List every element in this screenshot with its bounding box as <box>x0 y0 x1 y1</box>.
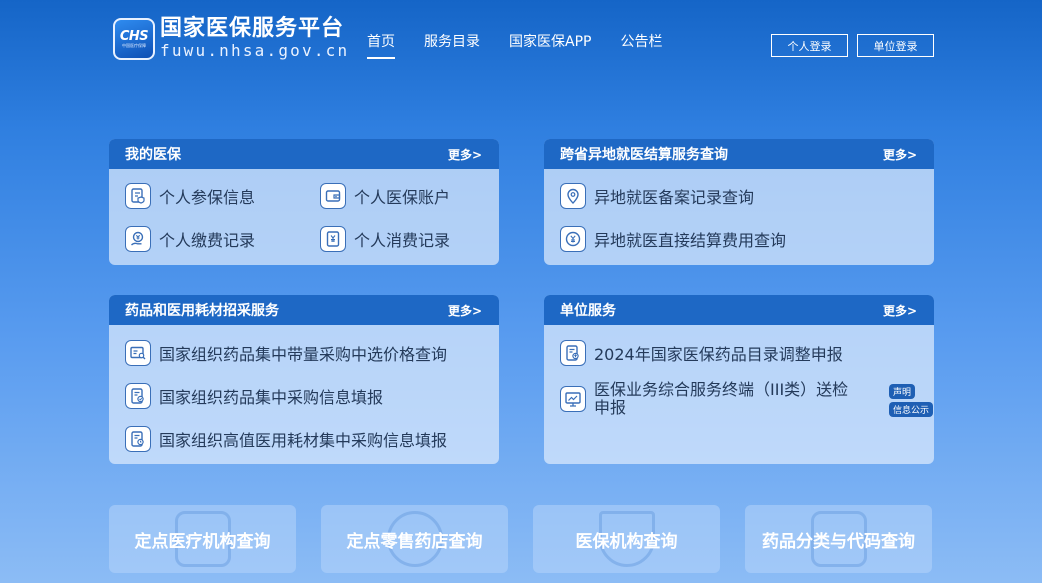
item-personal-account[interactable]: 个人医保账户 <box>320 183 450 209</box>
tile-label: 定点医疗机构查询 <box>134 531 271 552</box>
item-label: 国家组织高值医用耗材集中采购信息填报 <box>159 431 448 450</box>
document-shield-icon <box>125 183 151 209</box>
item-label: 异地就医备案记录查询 <box>594 188 755 207</box>
card-drug-procurement: 药品和医用耗材招采服务 更多> 国家组织药品集中带量采购中选价格查询 国家组织药… <box>109 295 499 464</box>
personal-login-button[interactable]: 个人登录 <box>771 34 848 57</box>
tile-label: 定点零售药店查询 <box>346 531 483 552</box>
site-logo[interactable]: CHS 中国医疗保障 国家医保服务平台 fuwu.nhsa.gov.cn <box>113 17 349 61</box>
more-link[interactable]: 更多> <box>448 302 482 319</box>
site-domain: fuwu.nhsa.gov.cn <box>160 41 350 60</box>
item-drug-info-fill[interactable]: 国家组织药品集中采购信息填报 <box>125 383 383 409</box>
card-title: 我的医保 <box>125 147 181 163</box>
item-label: 个人消费记录 <box>354 231 451 250</box>
more-link[interactable]: 更多> <box>883 146 917 163</box>
chs-logo-icon: CHS 中国医疗保障 <box>113 18 155 60</box>
card-title: 单位服务 <box>560 303 616 319</box>
item-label: 个人医保账户 <box>354 188 451 207</box>
item-terminal-inspection[interactable]: 医保业务综合服务终端（III类）送检申报 <box>560 381 860 417</box>
card-header: 单位服务 更多> <box>544 295 934 325</box>
item-label: 个人参保信息 <box>159 188 256 207</box>
nav-bulletin[interactable]: 公告栏 <box>620 31 662 59</box>
item-filing-record-query[interactable]: 异地就医备案记录查询 <box>560 183 754 209</box>
card-unit-services: 单位服务 更多> 2024年国家医保药品目录调整申报 医保业务综合服务终端（II… <box>544 295 934 464</box>
item-consumption-records[interactable]: 个人消费记录 <box>320 226 450 252</box>
item-consumables-info-fill[interactable]: 国家组织高值医用耗材集中采购信息填报 <box>125 426 447 452</box>
item-drug-catalog-adjustment[interactable]: 2024年国家医保药品目录调整申报 <box>560 340 843 366</box>
card-my-insurance: 我的医保 更多> 个人参保信息 个人医保账户 个人缴费记录 个人消费记录 <box>109 139 499 265</box>
nav-home[interactable]: 首页 <box>367 31 395 59</box>
wallet-icon <box>320 183 346 209</box>
monitor-chart-icon <box>560 386 586 412</box>
item-label: 国家组织药品集中采购信息填报 <box>159 388 384 407</box>
logo-mark-text: CHS <box>119 28 149 44</box>
receipt-yuan-icon <box>320 226 346 252</box>
item-selected-price-query[interactable]: 国家组织药品集中带量采购中选价格查询 <box>125 340 447 366</box>
form-edit-icon <box>125 383 151 409</box>
statement-tag[interactable]: 声明 <box>889 384 916 399</box>
tile-medical-institution-query[interactable]: 定点医疗机构查询 <box>109 505 296 573</box>
item-settlement-fee-query[interactable]: 异地就医直接结算费用查询 <box>560 226 786 252</box>
nav-app[interactable]: 国家医保APP <box>509 31 591 59</box>
card-title: 药品和医用耗材招采服务 <box>125 303 279 319</box>
site-title: 国家医保服务平台 <box>160 16 345 41</box>
more-link[interactable]: 更多> <box>883 302 917 319</box>
tile-drug-code-query[interactable]: 药品分类与代码查询 <box>745 505 932 573</box>
payment-hand-icon <box>125 226 151 252</box>
info-disclosure-tag[interactable]: 信息公示 <box>889 402 934 417</box>
tile-insurance-agency-query[interactable]: 医保机构查询 <box>533 505 720 573</box>
item-label: 异地就医直接结算费用查询 <box>594 231 787 250</box>
item-personal-insurance-info[interactable]: 个人参保信息 <box>125 183 255 209</box>
card-title: 跨省异地就医结算服务查询 <box>560 147 728 163</box>
card-header: 我的医保 更多> <box>109 139 499 169</box>
tile-label: 药品分类与代码查询 <box>762 531 915 552</box>
id-card-search-icon <box>125 340 151 366</box>
logo-mark-subtext: 中国医疗保障 <box>122 42 146 48</box>
card-header: 跨省异地就医结算服务查询 更多> <box>544 139 934 169</box>
coin-yuan-icon <box>560 226 586 252</box>
card-header: 药品和医用耗材招采服务 更多> <box>109 295 499 325</box>
nav-service-catalog[interactable]: 服务目录 <box>424 31 480 59</box>
item-label: 个人缴费记录 <box>159 231 256 250</box>
item-label: 国家组织药品集中带量采购中选价格查询 <box>159 345 448 364</box>
form-clock-icon <box>125 426 151 452</box>
location-pin-icon <box>560 183 586 209</box>
unit-login-button[interactable]: 单位登录 <box>857 34 934 57</box>
tile-pharmacy-query[interactable]: 定点零售药店查询 <box>321 505 508 573</box>
item-payment-records[interactable]: 个人缴费记录 <box>125 226 255 252</box>
card-cross-province: 跨省异地就医结算服务查询 更多> 异地就医备案记录查询 异地就医直接结算费用查询 <box>544 139 934 265</box>
more-link[interactable]: 更多> <box>448 146 482 163</box>
tile-label: 医保机构查询 <box>575 531 678 552</box>
document-upload-icon <box>560 340 586 366</box>
item-label: 2024年国家医保药品目录调整申报 <box>594 345 843 364</box>
main-nav: 首页 服务目录 国家医保APP 公告栏 <box>367 31 691 59</box>
item-label: 医保业务综合服务终端（III类）送检申报 <box>594 380 849 417</box>
